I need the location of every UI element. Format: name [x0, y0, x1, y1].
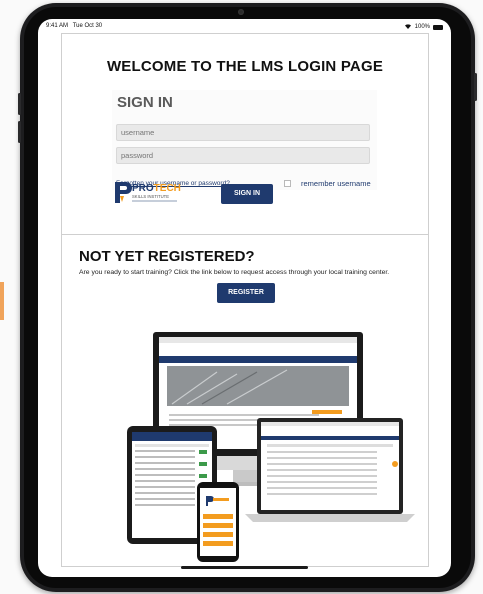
- svg-text:PROTECH: PROTECH: [132, 183, 181, 194]
- username-input[interactable]: [116, 124, 370, 141]
- signin-button[interactable]: SIGN IN: [221, 184, 273, 204]
- svg-text:SKILLS INSTITUTE: SKILLS INSTITUTE: [132, 194, 169, 199]
- status-date: Tue Oct 30: [72, 23, 103, 29]
- battery-icon: [433, 24, 443, 30]
- register-heading: NOT YET REGISTERED?: [79, 248, 255, 265]
- status-indicators: 100%: [404, 23, 443, 31]
- phone-image: [197, 482, 239, 562]
- camera: [238, 9, 244, 15]
- section-divider: [62, 234, 428, 235]
- remember-username-label: remember username: [301, 179, 371, 188]
- battery-percent: 100%: [414, 24, 430, 30]
- ipad-screen: 9:41 AM Tue Oct 30 100% WELCOME TO THE L…: [38, 19, 451, 577]
- volume-button: [18, 121, 21, 143]
- protech-logo: PROTECH SKILLS INSTITUTE: [113, 179, 183, 205]
- home-indicator: [181, 566, 308, 569]
- password-input[interactable]: [116, 147, 370, 164]
- screenshot-stage: 9:41 AM Tue Oct 30 100% WELCOME TO THE L…: [0, 0, 483, 594]
- status-time-date: 9:41 AM Tue Oct 30: [46, 23, 102, 29]
- register-description: Are you ready to start training? Click t…: [79, 269, 390, 276]
- lms-page: WELCOME TO THE LMS LOGIN PAGE SIGN IN Fo…: [61, 33, 429, 567]
- wifi-icon: [404, 23, 412, 31]
- status-bar: 9:41 AM Tue Oct 30 100%: [38, 19, 451, 33]
- protech-logo-mark: PROTECH SKILLS INSTITUTE: [115, 182, 181, 203]
- signin-heading: SIGN IN: [117, 94, 173, 111]
- laptop-image: [245, 418, 415, 522]
- multi-device-illustration: [127, 332, 415, 562]
- register-button[interactable]: REGISTER: [217, 283, 275, 303]
- page-title: WELCOME TO THE LMS LOGIN PAGE: [106, 58, 384, 75]
- status-time: 9:41 AM: [46, 23, 69, 29]
- remember-username-option[interactable]: remember username: [284, 179, 371, 188]
- page-edge-accent: [0, 282, 4, 320]
- signin-panel: SIGN IN Forgotten your username or passw…: [112, 90, 377, 190]
- remember-username-checkbox[interactable]: [284, 180, 291, 187]
- power-button: [474, 73, 477, 101]
- volume-button: [18, 93, 21, 115]
